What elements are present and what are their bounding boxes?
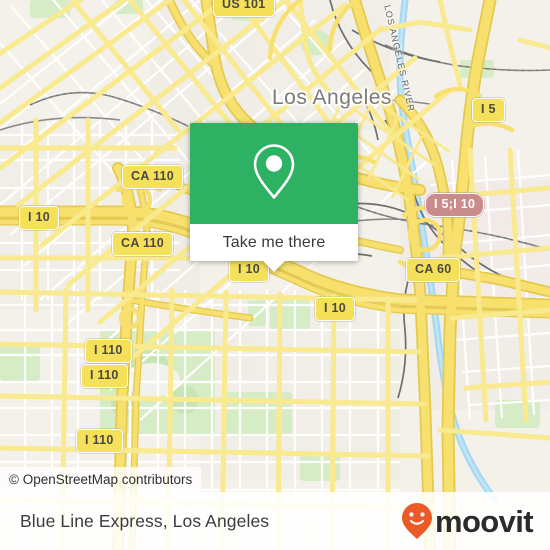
popup-image-area bbox=[190, 123, 358, 224]
bottom-info-bar: Blue Line Express, Los Angeles moovit bbox=[0, 492, 550, 550]
moovit-logo[interactable]: moovit bbox=[401, 502, 534, 540]
highway-shield: CA 110 bbox=[112, 232, 174, 256]
highway-shield: I 110 bbox=[76, 429, 123, 453]
highway-shield: I 110 bbox=[81, 364, 128, 388]
moovit-wordmark: moovit bbox=[434, 503, 534, 539]
attribution-text: © OpenStreetMap contributors bbox=[9, 472, 193, 487]
highway-shield: I 10 bbox=[315, 297, 356, 321]
map-screenshot: Los Angeles LOS ANGELES RIVER US 101 I 5C… bbox=[0, 0, 550, 550]
highway-shield: US 101 bbox=[213, 0, 275, 17]
map-attribution[interactable]: © OpenStreetMap contributors bbox=[0, 467, 202, 492]
highway-shield: CA 60 bbox=[406, 258, 461, 282]
take-me-there-label: Take me there bbox=[222, 233, 326, 251]
place-title: Blue Line Express, Los Angeles bbox=[20, 510, 270, 531]
highway-shield: CA 110 bbox=[122, 165, 184, 189]
popup-pointer-tail bbox=[263, 261, 285, 272]
highway-shield: I 10 bbox=[19, 206, 60, 230]
highway-shield: I 110 bbox=[85, 339, 132, 363]
highway-shield: I 5 bbox=[472, 98, 505, 122]
moovit-smiley-pin-icon bbox=[401, 502, 433, 540]
highway-shield: I 5;I 10 bbox=[425, 193, 485, 217]
location-pin-icon bbox=[251, 141, 297, 206]
popup-action-bar[interactable]: Take me there bbox=[190, 224, 358, 272]
location-popup[interactable]: Take me there bbox=[190, 123, 358, 272]
